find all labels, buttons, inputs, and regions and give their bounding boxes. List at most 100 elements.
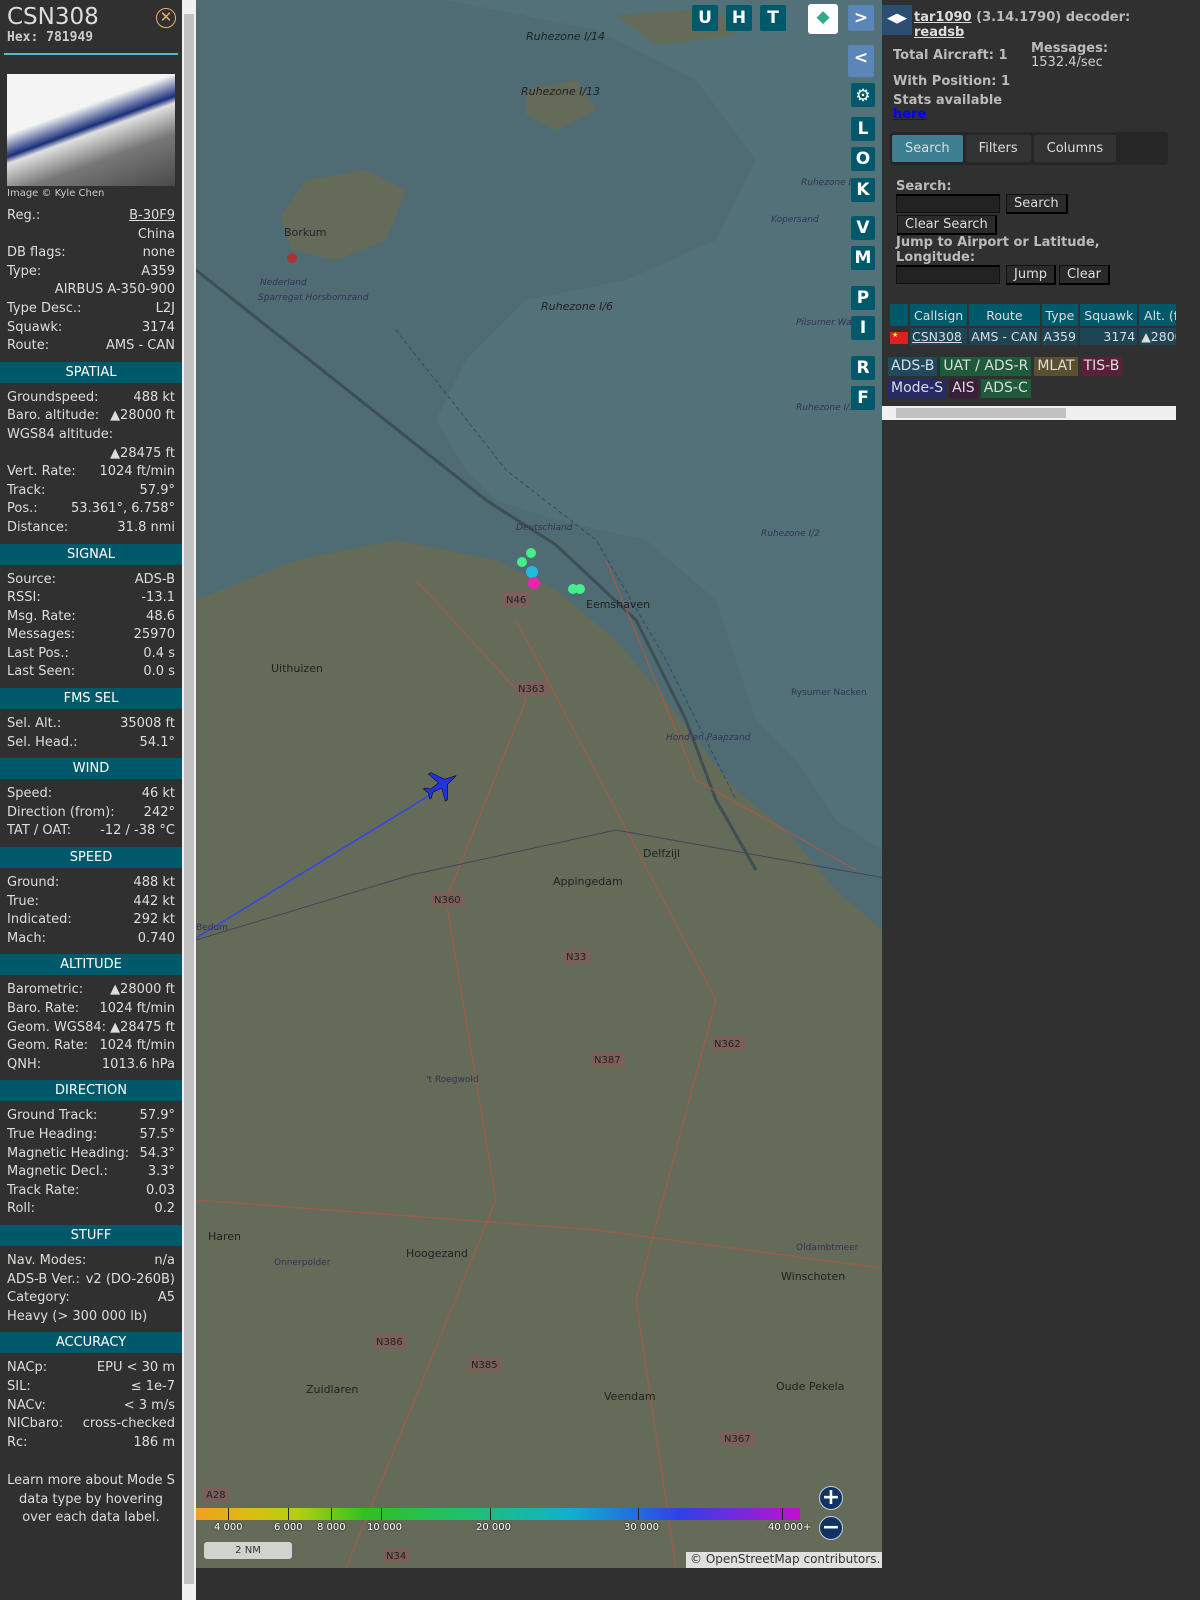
detail-label[interactable]: Indicated: [7, 911, 72, 930]
detail-label[interactable]: Last Seen: [7, 663, 75, 682]
detail-label[interactable]: Magnetic Decl.: [7, 1163, 108, 1182]
panel-toggle-icon[interactable]: ◀▶ [882, 5, 912, 35]
search-button[interactable]: Search [1006, 194, 1068, 214]
map-button-f[interactable]: F [851, 386, 875, 410]
row-callsign[interactable]: CSN308 [912, 329, 962, 344]
table-row[interactable]: CSN308 AMS - CAN A359 3174 ▲28000 [890, 328, 1193, 345]
tar1090-link[interactable]: tar1090 [914, 10, 972, 25]
tab-search[interactable]: Search [892, 135, 963, 162]
clear-button[interactable]: Clear [1059, 265, 1110, 285]
section-header-signal[interactable]: SIGNAL [0, 543, 182, 565]
detail-label[interactable]: Barometric: [7, 981, 83, 1000]
detail-label[interactable]: TAT / OAT: [7, 822, 71, 841]
detail-label[interactable]: Baro. Rate: [7, 1000, 79, 1019]
detail-label[interactable]: Baro. altitude: [7, 407, 99, 426]
detail-label[interactable]: WGS84 altitude: [7, 426, 113, 445]
col-route[interactable]: Route [969, 304, 1040, 326]
map-button-l[interactable]: L [851, 117, 875, 141]
detail-label[interactable]: Last Pos.: [7, 645, 69, 664]
detail-label[interactable]: Reg.: [7, 207, 40, 226]
detail-label[interactable]: Msg. Rate: [7, 608, 76, 627]
detail-label[interactable]: NACp: [7, 1359, 47, 1378]
section-header-direction[interactable]: DIRECTION [0, 1080, 182, 1102]
expand-right-icon[interactable]: > [848, 5, 874, 31]
detail-label[interactable]: True Heading: [7, 1126, 97, 1145]
detail-label[interactable]: Magnetic Heading: [7, 1145, 129, 1164]
map-button-t[interactable]: T [760, 5, 786, 31]
map-button-o[interactable]: O [851, 147, 875, 171]
aircraft-photo[interactable] [7, 74, 175, 186]
layers-icon[interactable]: ◆ [808, 4, 838, 34]
detail-label[interactable]: True: [7, 893, 39, 912]
map-button-u[interactable]: U [692, 5, 718, 31]
detail-label[interactable]: Vert. Rate: [7, 463, 76, 482]
map-button-m[interactable]: M [851, 246, 875, 270]
detail-label[interactable]: SIL: [7, 1378, 31, 1397]
detail-label[interactable]: Pos.: [7, 500, 38, 519]
detail-label[interactable]: RSSI: [7, 589, 41, 608]
tab-filters[interactable]: Filters [965, 135, 1031, 162]
map[interactable]: Borkum Ruhezone I/6 Ruhezone I/13 Ruhezone … [196, 0, 882, 1568]
tab-columns[interactable]: Columns [1033, 135, 1117, 162]
section-header-fms-sel[interactable]: FMS SEL [0, 688, 182, 710]
section-header-wind[interactable]: WIND [0, 758, 182, 780]
map-button-r[interactable]: R [851, 356, 875, 380]
search-input[interactable] [896, 194, 1000, 213]
detail-label[interactable]: Track: [7, 482, 45, 501]
section-header-speed[interactable]: SPEED [0, 847, 182, 869]
detail-scrollbar[interactable] [182, 0, 196, 1600]
section-header-spatial[interactable]: SPATIAL [0, 361, 182, 383]
detail-label[interactable]: Type Desc.: [7, 300, 81, 319]
detail-label[interactable]: Sel. Alt.: [7, 715, 61, 734]
detail-label[interactable]: Squawk: [7, 319, 62, 338]
attribution[interactable]: © OpenStreetMap contributors. [686, 1552, 882, 1568]
stats-link[interactable]: here [893, 107, 926, 122]
detail-label[interactable]: Source: [7, 571, 56, 590]
jump-button[interactable]: Jump [1006, 265, 1056, 285]
close-icon[interactable]: ✕ [156, 8, 176, 28]
detail-label[interactable]: Distance: [7, 519, 68, 538]
jump-input[interactable] [896, 265, 1000, 284]
detail-label[interactable]: Rc: [7, 1434, 28, 1453]
map-button-v[interactable]: V [851, 216, 875, 240]
detail-label[interactable]: Groundspeed: [7, 389, 98, 408]
detail-label[interactable]: Route: [7, 337, 49, 356]
zoom-in-button[interactable]: + [819, 1486, 843, 1510]
zoom-out-button[interactable]: − [819, 1516, 843, 1540]
detail-label[interactable]: Ground Track: [7, 1107, 97, 1126]
detail-label[interactable]: DB flags: [7, 244, 66, 263]
detail-label[interactable]: Roll: [7, 1200, 35, 1219]
detail-label[interactable]: Geom. Rate: [7, 1037, 88, 1056]
map-button-p[interactable]: P [851, 286, 875, 310]
col-callsign[interactable]: Callsign [910, 304, 968, 326]
detail-value[interactable]: B-30F9 [129, 207, 175, 226]
detail-label[interactable]: NICbaro: [7, 1415, 63, 1434]
detail-label[interactable]: Direction (from): [7, 804, 115, 823]
detail-label[interactable]: Sel. Head.: [7, 734, 78, 753]
detail-label[interactable]: NACv: [7, 1397, 46, 1416]
col-squawk[interactable]: Squawk [1080, 304, 1138, 326]
detail-label[interactable]: Heavy (> 300 000 lb) [7, 1308, 147, 1327]
decoder-link[interactable]: readsb [914, 25, 964, 40]
detail-label[interactable]: ADS-B Ver.: [7, 1271, 80, 1290]
detail-label[interactable]: Geom. WGS84: [7, 1019, 106, 1038]
settings-gear-icon[interactable]: ⚙ [851, 83, 875, 107]
collapse-left-icon[interactable]: < [848, 45, 874, 77]
detail-label[interactable]: Speed: [7, 785, 52, 804]
map-button-k[interactable]: K [851, 178, 875, 202]
map-canvas[interactable]: Borkum Ruhezone I/6 Ruhezone I/13 Ruhezone … [196, 0, 882, 1568]
section-header-altitude[interactable]: ALTITUDE [0, 954, 182, 976]
detail-label[interactable]: Ground: [7, 874, 59, 893]
detail-label[interactable]: Messages: [7, 626, 75, 645]
table-horizontal-scrollbar[interactable] [882, 406, 1176, 420]
col-flag[interactable] [890, 304, 908, 326]
map-button-h[interactable]: H [726, 5, 752, 31]
detail-label[interactable]: QNH: [7, 1056, 41, 1075]
section-header-accuracy[interactable]: ACCURACY [0, 1332, 182, 1354]
detail-label[interactable]: Mach: [7, 930, 46, 949]
detail-label[interactable]: Track Rate: [7, 1182, 79, 1201]
detail-label[interactable]: Type: [7, 263, 41, 282]
map-button-i[interactable]: I [851, 316, 875, 340]
detail-label[interactable]: Nav. Modes: [7, 1252, 86, 1271]
detail-label[interactable]: Category: [7, 1289, 70, 1308]
